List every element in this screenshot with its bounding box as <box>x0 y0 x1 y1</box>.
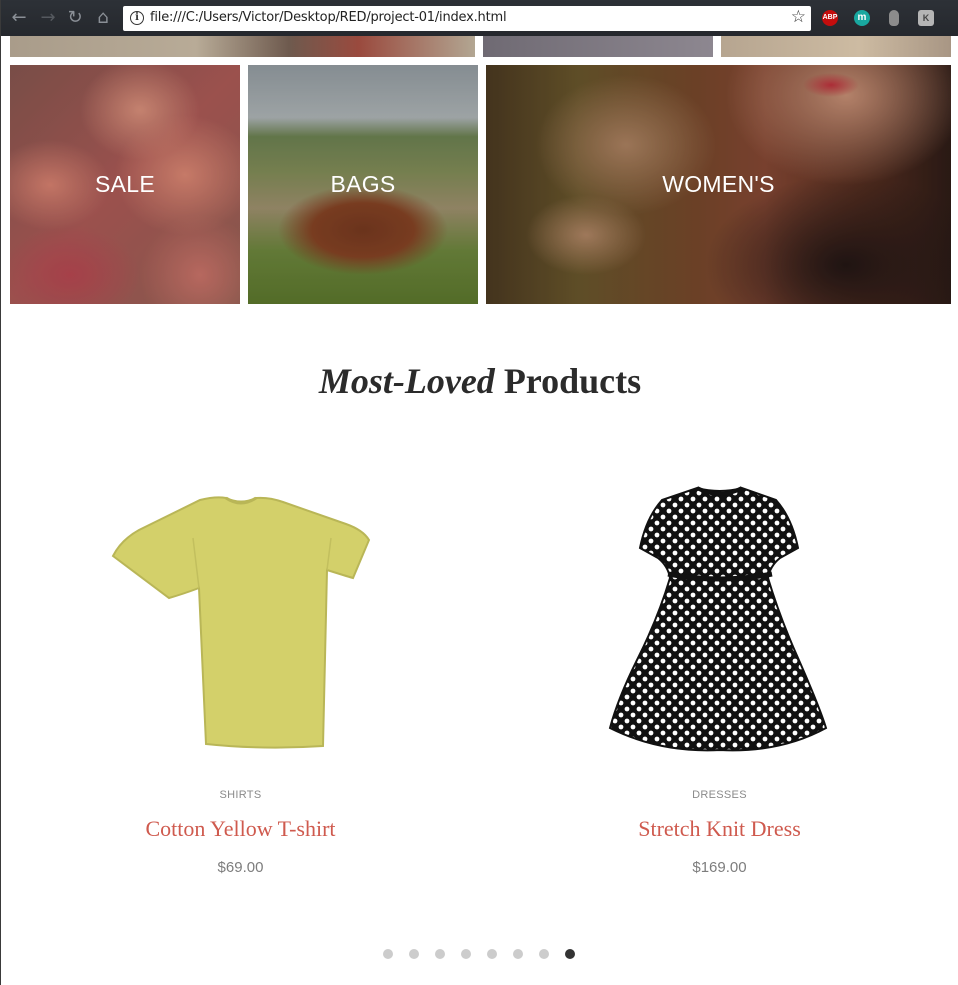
category-label: WOMEN'S <box>662 171 775 197</box>
tshirt-image[interactable] <box>1 478 480 758</box>
product-price: $169.00 <box>692 859 747 876</box>
category-tile-sale[interactable]: SALE <box>10 65 240 304</box>
product-category: DRESSES <box>692 789 747 801</box>
carousel-dot-active[interactable] <box>565 949 575 959</box>
info-icon[interactable]: i <box>130 11 144 25</box>
bookmark-star-icon[interactable]: ☆ <box>791 7 806 27</box>
mouse-extension-icon[interactable] <box>889 10 899 26</box>
carousel-dot[interactable] <box>487 949 497 959</box>
product-name[interactable]: Stretch Knit Dress <box>480 816 958 842</box>
product-card[interactable]: DRESSES Stretch Knit Dress $169.00 <box>480 478 958 898</box>
product-category: SHIRTS <box>219 789 262 801</box>
product-card[interactable]: SHIRTS Cotton Yellow T-shirt $69.00 <box>1 478 480 898</box>
back-arrow-icon[interactable]: ← <box>9 8 29 28</box>
carousel-dot[interactable] <box>435 949 445 959</box>
address-bar[interactable]: i file:///C:/Users/Victor/Desktop/RED/pr… <box>123 6 811 31</box>
reload-icon[interactable]: ↻ <box>65 8 85 28</box>
hero-image-partial <box>483 36 713 57</box>
dress-image[interactable] <box>480 478 958 758</box>
k-extension-icon[interactable]: K <box>918 10 934 26</box>
category-label: SALE <box>94 171 155 197</box>
category-tile-womens[interactable]: WOMEN'S <box>486 65 951 304</box>
carousel-pagination <box>383 949 591 961</box>
category-label: BAGS <box>330 171 396 197</box>
category-tile-bags[interactable]: BAGS <box>248 65 478 304</box>
section-title-italic: Most-Loved <box>318 361 495 401</box>
carousel-dot[interactable] <box>461 949 471 959</box>
carousel-dot[interactable] <box>539 949 549 959</box>
url-text[interactable]: file:///C:/Users/Victor/Desktop/RED/proj… <box>150 10 507 25</box>
section-title: Most-Loved Products <box>1 360 958 402</box>
carousel-dot[interactable] <box>409 949 419 959</box>
m-extension-icon[interactable]: m <box>854 10 870 26</box>
product-name[interactable]: Cotton Yellow T-shirt <box>1 816 480 842</box>
browser-toolbar: ← → ↻ ⌂ i file:///C:/Users/Victor/Deskto… <box>1 0 958 36</box>
adblock-extension-icon[interactable]: ABP <box>822 10 838 26</box>
product-price: $69.00 <box>217 859 264 876</box>
hero-image-partial <box>721 36 951 57</box>
section-title-bold: Products <box>503 361 642 401</box>
hero-image-partial <box>10 36 475 57</box>
forward-arrow-icon[interactable]: → <box>38 8 58 28</box>
home-icon[interactable]: ⌂ <box>93 8 113 28</box>
carousel-dot[interactable] <box>383 949 393 959</box>
carousel-dot[interactable] <box>513 949 523 959</box>
